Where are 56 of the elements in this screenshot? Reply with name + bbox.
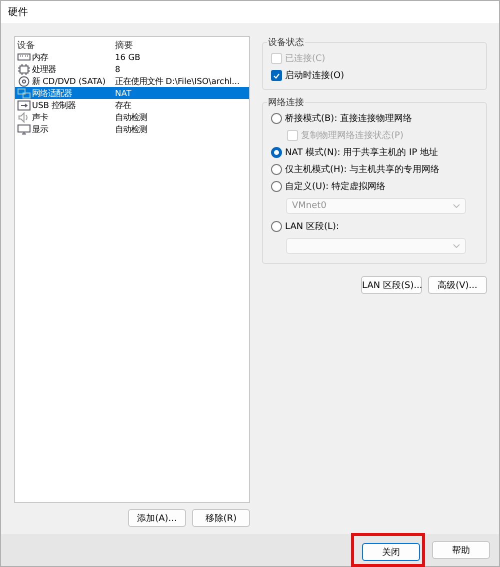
remove-button[interactable]: 移除(R) — [192, 509, 250, 527]
checkbox-label: 复制物理网络连接状态(P) — [301, 130, 404, 142]
device-name: 处理器 — [32, 64, 56, 74]
chip-icon — [17, 64, 31, 74]
chevron-icon — [453, 204, 460, 208]
help-button[interactable]: 帮助 — [432, 541, 490, 559]
checkbox-label: 已连接(C) — [285, 52, 326, 65]
usb-icon — [17, 100, 31, 110]
disc-icon — [17, 76, 31, 86]
monitor-icon — [17, 124, 31, 134]
checkbox[interactable] — [271, 70, 282, 81]
device-summary: 存在 — [115, 100, 131, 110]
memory-icon — [17, 52, 31, 62]
device-summary: 16 GB — [115, 52, 140, 62]
radio-button[interactable] — [271, 113, 282, 124]
radio-label: LAN 区段(L): — [285, 220, 340, 233]
chevron-icon — [453, 244, 460, 248]
checkbox-label: 启动时连接(O) — [285, 70, 344, 82]
device-row[interactable]: 内存 16 GB — [15, 51, 249, 63]
device-row[interactable]: USB 控制器 存在 — [15, 99, 249, 111]
device-name: USB 控制器 — [32, 100, 76, 110]
lan-segments-button[interactable]: LAN 区段(S)... — [361, 276, 422, 294]
device-row[interactable]: 声卡 自动检测 — [15, 111, 249, 123]
device-row[interactable]: 处理器 8 — [15, 63, 249, 75]
device-row[interactable]: 显示 自动检测 — [15, 123, 249, 135]
radio-label: 仅主机模式(H): 与主机共享的专用网络 — [285, 164, 440, 176]
device-summary: NAT — [115, 88, 132, 98]
device-row[interactable]: 网络适配器 NAT — [15, 87, 249, 99]
device-summary: 自动检测 — [115, 124, 147, 134]
group-title: 设备状态 — [267, 36, 305, 49]
dropdown-value: VMnet0 — [292, 201, 326, 211]
close-button[interactable]: 关闭 — [362, 543, 420, 561]
device-row[interactable]: 新 CD/DVD (SATA) 正在使用文件 D:\File\ISO\archl... — [15, 75, 249, 87]
device-name: 声卡 — [32, 112, 48, 122]
device-summary: 自动检测 — [115, 112, 147, 122]
device-name: 内存 — [32, 52, 48, 62]
network-icon — [17, 88, 31, 98]
group-title: 网络连接 — [267, 96, 305, 109]
column-header[interactable]: 设备 — [17, 38, 35, 52]
radio-label: 桥接模式(B): 直接连接物理网络 — [285, 112, 412, 125]
radio-button[interactable] — [271, 181, 282, 192]
radio-button[interactable] — [271, 164, 282, 175]
device-summary: 正在使用文件 D:\File\ISO\archl... — [115, 76, 240, 86]
device-name: 网络适配器 — [32, 88, 72, 98]
device-name: 显示 — [32, 124, 48, 134]
device-summary: 8 — [115, 64, 120, 74]
window-title: 硬件 — [8, 6, 28, 19]
device-name: 新 CD/DVD (SATA) — [32, 76, 106, 86]
column-header[interactable]: 摘要 — [115, 40, 133, 50]
radio-label: 自定义(U): 特定虚拟网络 — [285, 180, 386, 193]
radio-button[interactable] — [271, 147, 282, 158]
radio-button[interactable] — [271, 221, 282, 232]
add-button[interactable]: 添加(A)... — [128, 509, 186, 527]
advanced-button[interactable]: 高级(V)... — [428, 276, 487, 294]
checkmark-icon — [273, 72, 280, 78]
radio-label: NAT 模式(N): 用于共享主机的 IP 地址 — [285, 146, 438, 159]
